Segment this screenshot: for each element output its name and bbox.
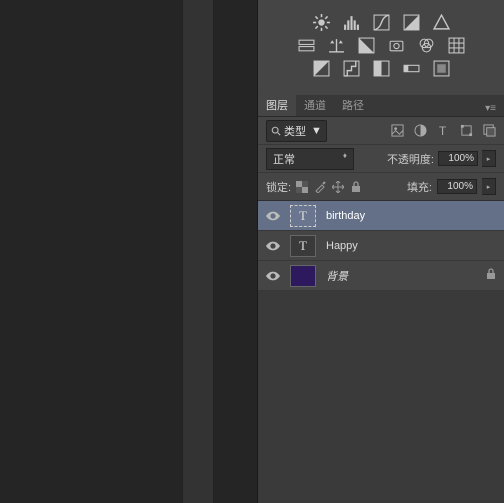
lock-position-icon[interactable]: [332, 181, 344, 193]
filter-kind-dropdown[interactable]: 类型 ▼: [266, 120, 327, 142]
filter-adjust-icon[interactable]: [414, 124, 427, 137]
tab-paths[interactable]: 路径: [334, 94, 372, 116]
lock-transparency-icon[interactable]: [296, 181, 308, 193]
lock-label: 锁定:: [266, 179, 291, 195]
lock-all-icon[interactable]: [350, 181, 362, 193]
layer-name[interactable]: birthday: [326, 210, 365, 222]
color-lookup-icon[interactable]: [448, 37, 465, 54]
layers-list: T birthday T Happy 背景: [258, 201, 504, 291]
filter-smart-icon[interactable]: [483, 124, 496, 137]
filter-shape-icon[interactable]: [460, 124, 473, 137]
blend-row: 正常♦ 不透明度: 100% ▸: [258, 145, 504, 173]
exposure-icon[interactable]: [403, 14, 420, 31]
panel-empty-area: [258, 291, 504, 503]
panel-tabs: 图层 通道 路径 ▾≡: [258, 95, 504, 117]
blend-mode-dropdown[interactable]: 正常♦: [266, 148, 354, 170]
opacity-stepper[interactable]: ▸: [482, 150, 496, 167]
visibility-toggle[interactable]: [266, 211, 280, 221]
opacity-label: 不透明度:: [387, 151, 434, 167]
curves-icon[interactable]: [373, 14, 390, 31]
layer-thumbnail[interactable]: [290, 265, 316, 287]
filter-text-icon[interactable]: T: [437, 124, 450, 137]
gradient-map-icon[interactable]: [403, 60, 420, 77]
lock-paint-icon[interactable]: [314, 181, 326, 193]
selective-color-icon[interactable]: [433, 60, 450, 77]
canvas-strip: [182, 0, 214, 503]
brightness-icon[interactable]: [313, 14, 330, 31]
fill-input[interactable]: 100%: [437, 179, 477, 194]
layer-row[interactable]: 背景: [258, 261, 504, 291]
layer-filter-row: 类型 ▼ T: [258, 117, 504, 145]
canvas-area: [0, 0, 258, 503]
right-sidebar: 图层 通道 路径 ▾≡ 类型 ▼ T 正常♦ 不透明度: 100% ▸ 锁定:: [258, 0, 504, 503]
fill-label: 填充:: [407, 179, 432, 195]
levels-icon[interactable]: [343, 14, 360, 31]
threshold-icon[interactable]: [373, 60, 390, 77]
visibility-toggle[interactable]: [266, 271, 280, 281]
fill-stepper[interactable]: ▸: [482, 178, 496, 195]
opacity-input[interactable]: 100%: [438, 151, 478, 166]
layer-row[interactable]: T Happy: [258, 231, 504, 261]
layer-thumbnail[interactable]: T: [290, 235, 316, 257]
tab-layers[interactable]: 图层: [258, 94, 296, 116]
posterize-icon[interactable]: [343, 60, 360, 77]
lock-icon: [486, 267, 496, 285]
layer-thumbnail[interactable]: T: [290, 205, 316, 227]
filter-image-icon[interactable]: [391, 124, 404, 137]
invert-icon[interactable]: [313, 60, 330, 77]
layer-name[interactable]: 背景: [326, 268, 348, 284]
hue-icon[interactable]: [298, 37, 315, 54]
channel-mixer-icon[interactable]: [418, 37, 435, 54]
layer-row[interactable]: T birthday: [258, 201, 504, 231]
panel-menu-icon[interactable]: ▾≡: [481, 101, 500, 116]
vibrance-icon[interactable]: [433, 14, 450, 31]
search-icon: [271, 126, 281, 136]
layer-name[interactable]: Happy: [326, 240, 358, 252]
visibility-toggle[interactable]: [266, 241, 280, 251]
photo-filter-icon[interactable]: [388, 37, 405, 54]
chevron-down-icon: ▼: [311, 125, 322, 137]
bw-icon[interactable]: [358, 37, 375, 54]
lock-row: 锁定: 填充: 100% ▸: [258, 173, 504, 201]
tab-channels[interactable]: 通道: [296, 94, 334, 116]
adjustments-panel: [258, 0, 504, 95]
svg-text:T: T: [439, 124, 447, 137]
balance-icon[interactable]: [328, 37, 345, 54]
